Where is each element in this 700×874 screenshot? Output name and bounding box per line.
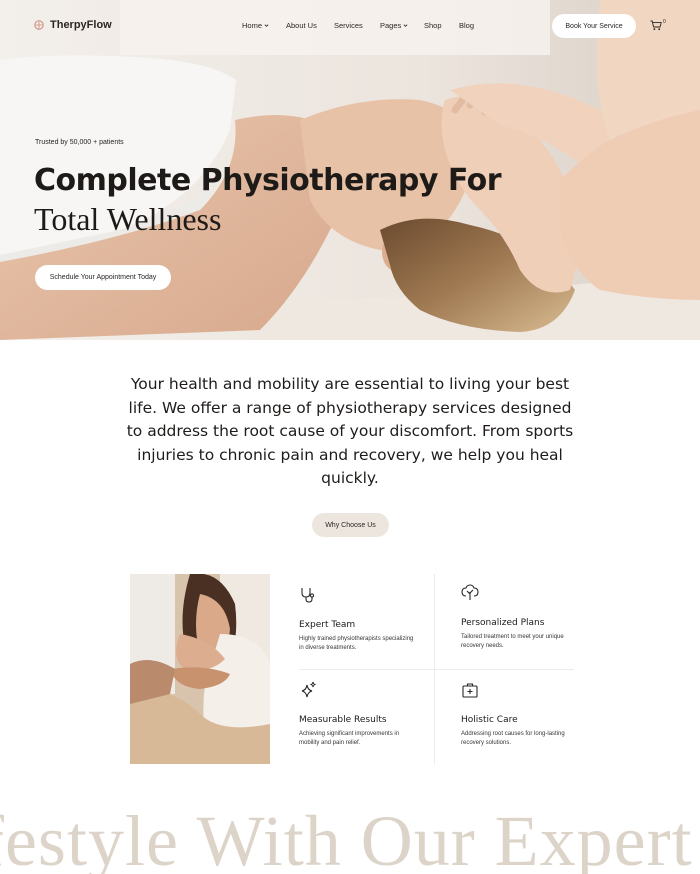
feature-title: Measurable Results (299, 715, 387, 725)
feature-desc: Highly trained physiotherapists speciali… (299, 636, 414, 651)
hero-title-line1: Complete Physiotherapy For (34, 163, 502, 198)
top-navbar: TherpyFlow Home About Us Services Pages … (0, 0, 700, 52)
menu-item-blog[interactable]: Blog (459, 21, 489, 30)
features-grid: Expert Team Highly trained physiotherapi… (299, 574, 574, 764)
menu-item-about[interactable]: About Us (286, 21, 334, 30)
first-aid-kit-icon (462, 683, 478, 698)
menu-item-label: Blog (459, 21, 475, 30)
why-choose-us-button[interactable]: Why Choose Us (312, 513, 389, 537)
intro-text: Your health and mobility are essential t… (126, 375, 574, 487)
menu-item-services[interactable]: Services (334, 21, 380, 30)
chevron-down-icon (264, 24, 269, 27)
menu-item-home[interactable]: Home (242, 21, 286, 30)
menu-item-label: Shop (424, 21, 442, 30)
feature-desc: Tailored treatment to meet your unique r… (461, 634, 564, 649)
treatment-image (130, 574, 270, 764)
hero-title-line2: Total Wellness (34, 201, 222, 237)
feature-desc: Addressing root causes for long-lasting … (461, 731, 565, 746)
feature-desc: Achieving significant improvements in mo… (299, 731, 400, 746)
menu-item-label: Home (242, 21, 263, 30)
feature-title: Expert Team (299, 620, 356, 630)
feature-holistic-care: Holistic Care Addressing root causes for… (461, 681, 581, 748)
marquee-text: festyle With Our Expert (0, 801, 693, 874)
feature-measurable-results: Measurable Results Achieving significant… (299, 681, 419, 748)
feature-title: Holistic Care (461, 715, 518, 725)
treatment-photo (130, 574, 270, 764)
feature-expert-team: Expert Team Highly trained physiotherapi… (299, 586, 419, 653)
tree-icon (461, 584, 479, 600)
main-menu: Home About Us Services Pages Shop Blog (242, 21, 489, 30)
cart-icon (650, 20, 662, 31)
feature-personalized-plans: Personalized Plans Tailored treatment to… (461, 584, 581, 651)
logo-icon (34, 20, 44, 30)
feature-title: Personalized Plans (461, 618, 545, 628)
book-service-button[interactable]: Book Your Service (552, 14, 636, 38)
logo-text: TherpyFlow (50, 19, 112, 31)
hero-section: TherpyFlow Home About Us Services Pages … (0, 0, 700, 340)
logo[interactable]: TherpyFlow (34, 19, 112, 31)
cart-button[interactable]: 0 (650, 19, 666, 31)
trusted-text: Trusted by 50,000 + patients (35, 139, 124, 146)
hero-title: Complete Physiotherapy For Total Wellnes… (34, 162, 502, 238)
schedule-appointment-button[interactable]: Schedule Your Appointment Today (35, 265, 171, 290)
menu-item-label: About Us (286, 21, 317, 30)
menu-item-pages[interactable]: Pages (380, 21, 424, 30)
divider (299, 669, 574, 670)
sparkle-icon (301, 681, 317, 698)
menu-item-shop[interactable]: Shop (424, 21, 459, 30)
cart-count-badge: 0 (663, 19, 666, 25)
menu-item-label: Services (334, 21, 363, 30)
menu-item-label: Pages (380, 21, 402, 30)
chevron-down-icon (403, 24, 408, 27)
stethoscope-icon (301, 588, 315, 603)
